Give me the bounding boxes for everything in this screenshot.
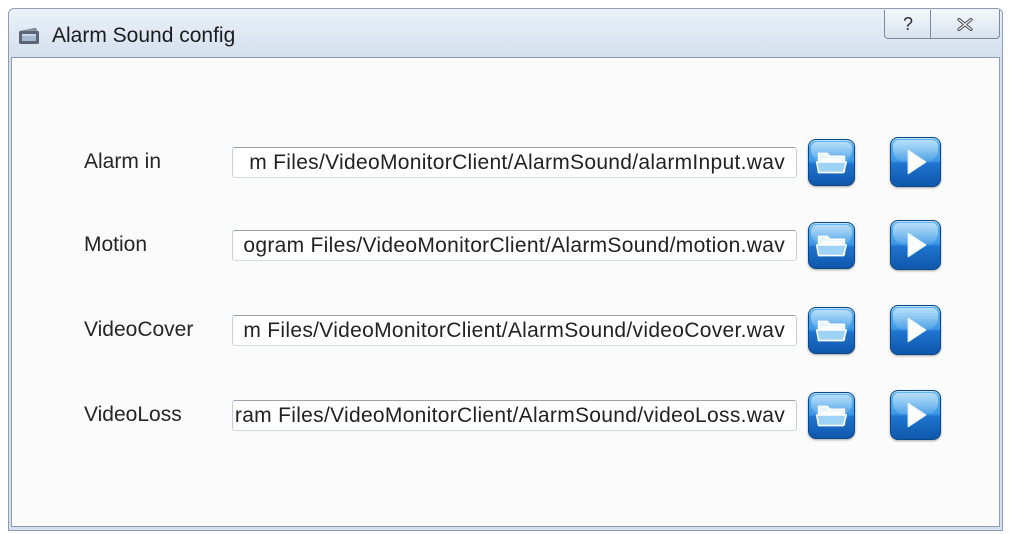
alarm-in-label: Alarm in [84,150,162,173]
client-area: Alarm in m Files/VideoMonitorClient/Alar… [11,57,1000,527]
video-cover-path-value: m Files/VideoMonitorClient/AlarmSound/vi… [243,319,785,342]
motion-row: Motion ogram Files/VideoMonitorClient/Al… [12,220,999,270]
video-loss-label: VideoLoss [84,403,182,426]
alarm-sound-config-dialog: Alarm Sound config ? Alarm in m Files/Vi… [8,8,1003,531]
alarm-in-path-value: m Files/VideoMonitorClient/AlarmSound/al… [249,151,785,174]
video-loss-path-value: ram Files/VideoMonitorClient/AlarmSound/… [234,404,785,427]
folder-open-icon [815,235,848,257]
close-button[interactable] [930,10,1000,39]
video-cover-path-field[interactable]: m Files/VideoMonitorClient/AlarmSound/vi… [232,315,797,346]
video-loss-row: VideoLoss ram Files/VideoMonitorClient/A… [12,390,999,440]
video-loss-path-field[interactable]: ram Files/VideoMonitorClient/AlarmSound/… [232,400,797,431]
folder-open-icon [815,405,848,427]
motion-path-field[interactable]: ogram Files/VideoMonitorClient/AlarmSoun… [232,230,797,261]
video-cover-play-button[interactable] [890,305,941,355]
alarm-in-browse-button[interactable] [808,139,855,186]
video-cover-browse-button[interactable] [808,307,855,354]
title-bar[interactable]: Alarm Sound config ? [9,9,1002,57]
help-icon: ? [902,14,913,34]
alarm-in-play-button[interactable] [890,137,941,187]
play-icon [907,149,927,175]
motion-path-value: ogram Files/VideoMonitorClient/AlarmSoun… [243,234,785,257]
app-icon[interactable] [18,27,40,45]
alarm-in-path-field[interactable]: m Files/VideoMonitorClient/AlarmSound/al… [232,147,797,178]
motion-browse-button[interactable] [808,222,855,269]
folder-open-icon [815,320,848,342]
play-icon [907,402,927,428]
help-button[interactable]: ? [884,10,931,39]
video-cover-row: VideoCover m Files/VideoMonitorClient/Al… [12,305,999,355]
video-loss-play-button[interactable] [890,390,941,440]
play-icon [907,317,927,343]
video-cover-label: VideoCover [84,318,194,341]
close-icon [957,17,973,31]
motion-label: Motion [84,233,148,256]
alarm-in-row: Alarm in m Files/VideoMonitorClient/Alar… [12,137,999,187]
window-title: Alarm Sound config [52,24,236,47]
video-loss-browse-button[interactable] [808,392,855,439]
play-icon [907,232,927,258]
motion-play-button[interactable] [890,220,941,270]
folder-open-icon [815,152,848,174]
